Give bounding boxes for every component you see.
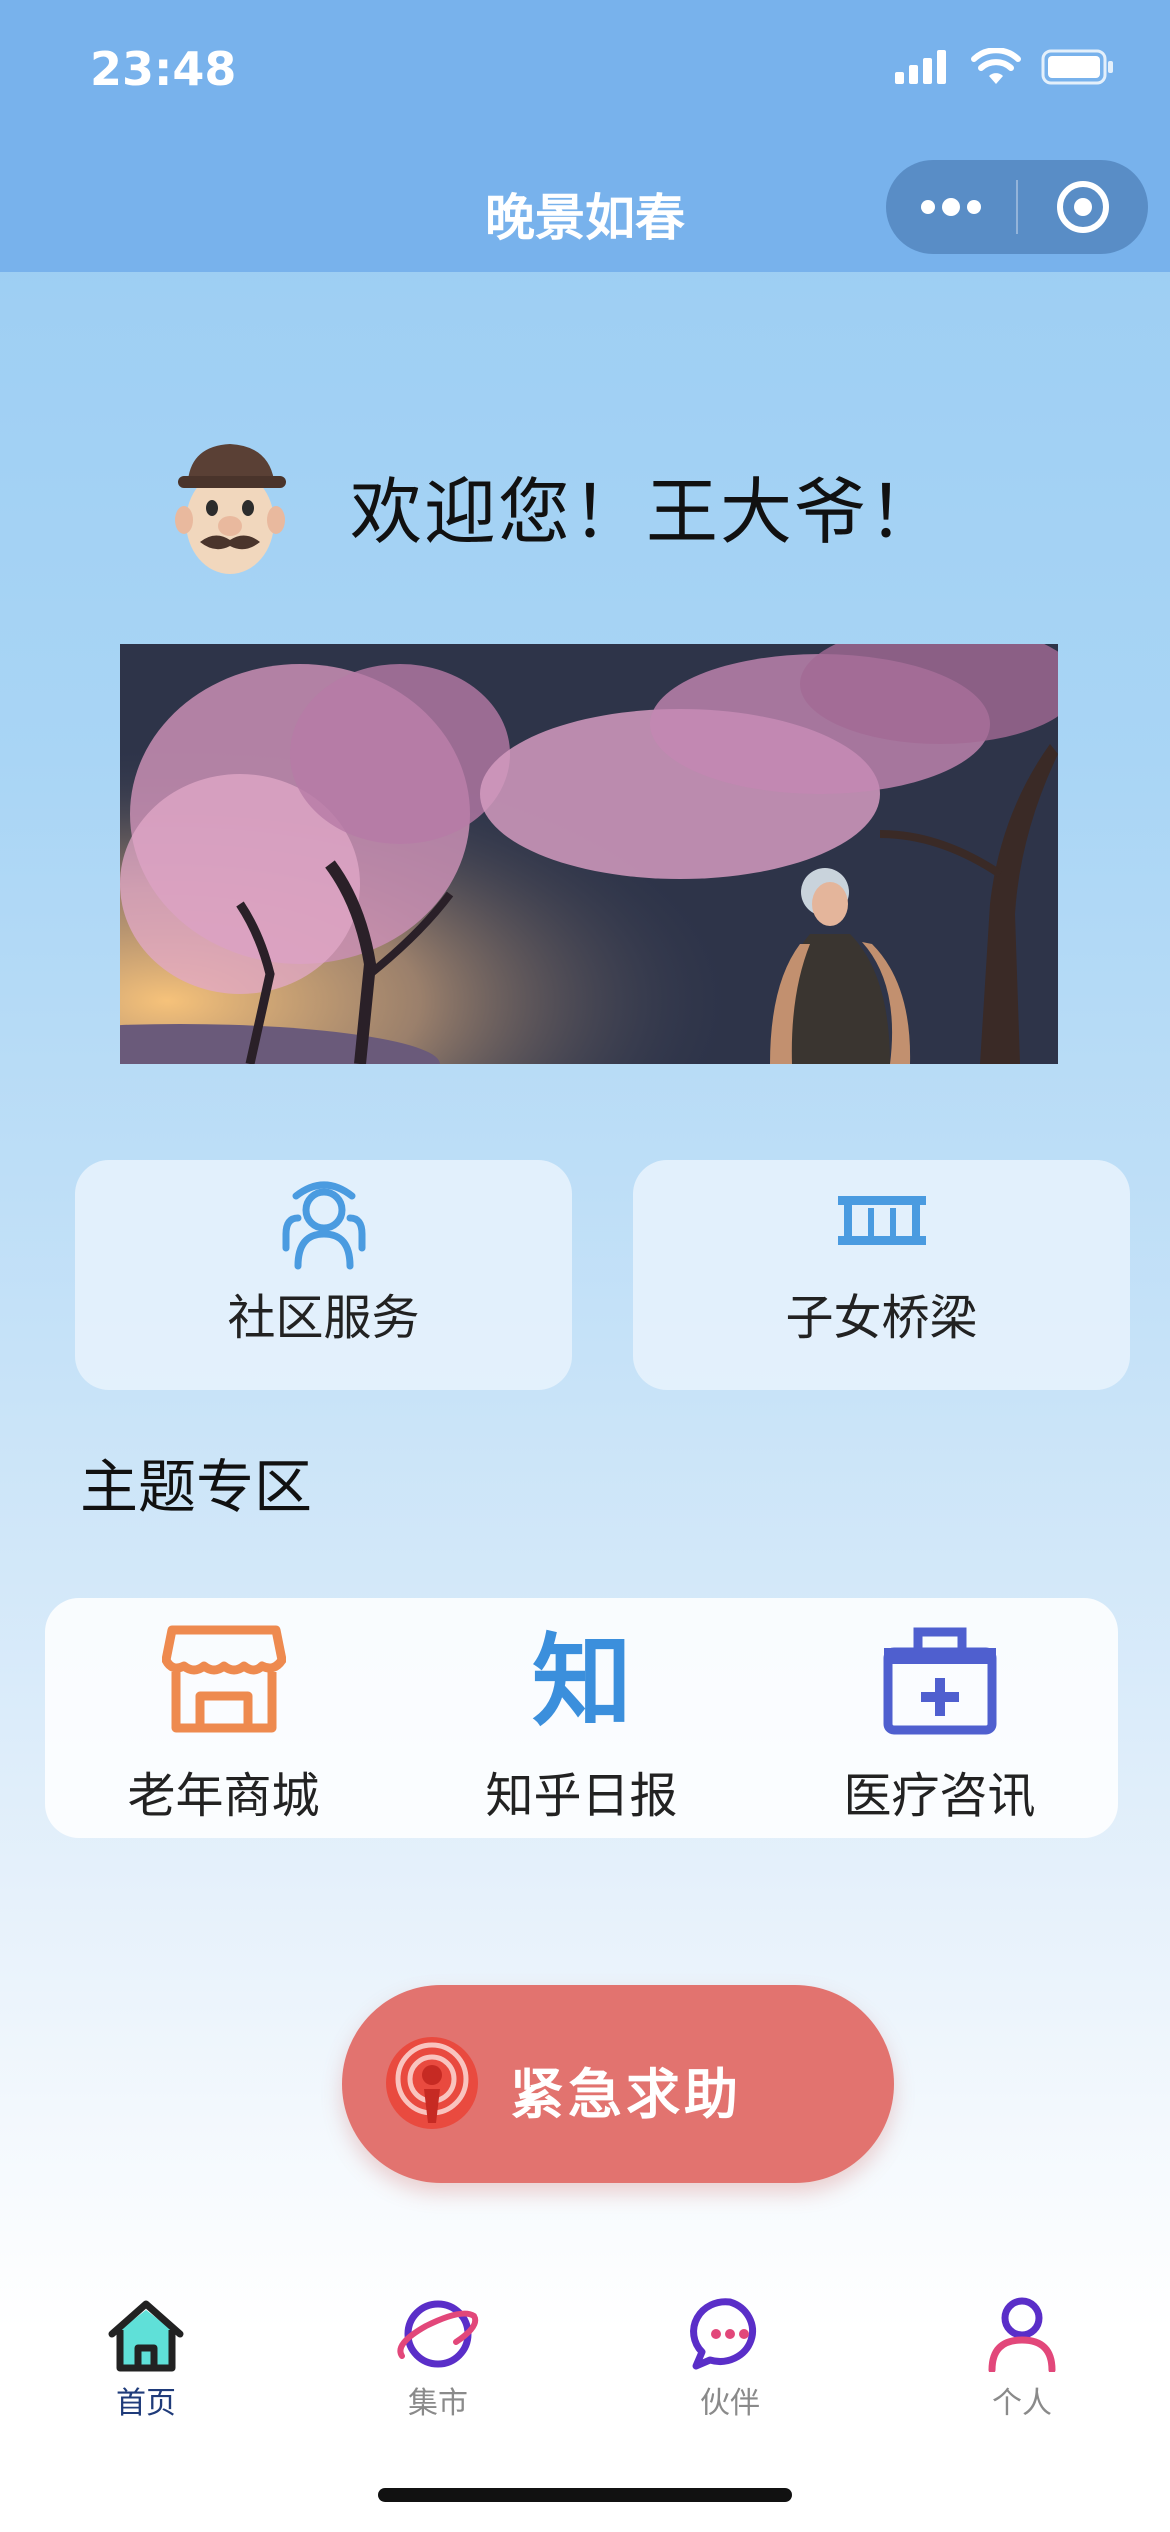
status-icons — [895, 48, 1115, 86]
chat-bubble-icon — [690, 2298, 756, 2370]
zhihu-daily-item[interactable]: 知 知乎日报 — [403, 1598, 760, 1838]
tab-bar: 首页 集市 伙伴 个人 — [0, 2280, 1170, 2430]
tab-home[interactable]: 首页 — [0, 2280, 292, 2430]
zhihu-icon: 知 — [532, 1623, 632, 1736]
bridge-icon — [837, 1196, 926, 1245]
elder-mall-label: 老年商城 — [127, 1768, 320, 1824]
community-service-card[interactable]: 社区服务 — [75, 1160, 572, 1390]
avatar — [175, 444, 286, 574]
battery-icon — [1041, 49, 1113, 85]
tab-partner-label: 伙伴 — [700, 2386, 760, 2421]
wifi-icon — [971, 48, 1021, 84]
alert-podcast-icon — [386, 2037, 478, 2129]
target-circle-icon — [1057, 181, 1109, 233]
children-bridge-card[interactable]: 子女桥梁 — [633, 1160, 1130, 1390]
welcome-row: 欢迎您！王大爷！ — [170, 425, 942, 585]
home-indicator — [378, 2488, 792, 2502]
tab-profile[interactable]: 个人 — [876, 2280, 1168, 2430]
zhihu-daily-label: 知乎日报 — [485, 1768, 678, 1824]
theme-panel: 老年商城 知 知乎日报 医疗咨讯 — [45, 1598, 1118, 1838]
shop-icon — [161, 1625, 286, 1733]
cherry-blossom-illustration — [120, 644, 1058, 1064]
medical-kit-icon — [883, 1627, 996, 1735]
section-title: 主题专区 — [80, 1453, 313, 1521]
close-miniprogram-button[interactable] — [1018, 160, 1148, 254]
tab-market[interactable]: 集市 — [292, 2280, 584, 2430]
medical-consult-label: 医疗咨讯 — [843, 1768, 1036, 1824]
welcome-text: 欢迎您！王大爷！ — [350, 469, 943, 554]
more-button[interactable] — [886, 160, 1016, 254]
svg-text:知: 知 — [532, 1623, 632, 1736]
tab-partner[interactable]: 伙伴 — [584, 2280, 876, 2430]
cellular-signal-icon — [895, 50, 946, 84]
elder-mall-item[interactable]: 老年商城 — [45, 1598, 402, 1838]
status-bar: 23:48 — [0, 0, 1170, 150]
miniprogram-capsule — [886, 160, 1148, 254]
community-service-icon — [282, 1181, 365, 1270]
children-bridge-label: 子女桥梁 — [785, 1290, 978, 1346]
more-dots-icon — [921, 198, 981, 216]
medical-consult-item[interactable]: 医疗咨讯 — [761, 1598, 1118, 1838]
emergency-help-label: 紧急求助 — [510, 2063, 742, 2126]
banner-image[interactable] — [120, 644, 1058, 1064]
tab-profile-label: 个人 — [992, 2386, 1052, 2421]
tab-market-label: 集市 — [408, 2386, 468, 2421]
community-service-label: 社区服务 — [227, 1290, 420, 1346]
tab-home-label: 首页 — [116, 2386, 176, 2421]
planet-icon — [397, 2300, 479, 2368]
home-icon — [108, 2300, 184, 2372]
emergency-help-button[interactable]: 紧急求助 — [342, 1985, 894, 2183]
status-time: 23:48 — [90, 42, 237, 96]
person-icon — [988, 2297, 1056, 2372]
nav-bar: 晚景如春 — [0, 150, 1170, 272]
